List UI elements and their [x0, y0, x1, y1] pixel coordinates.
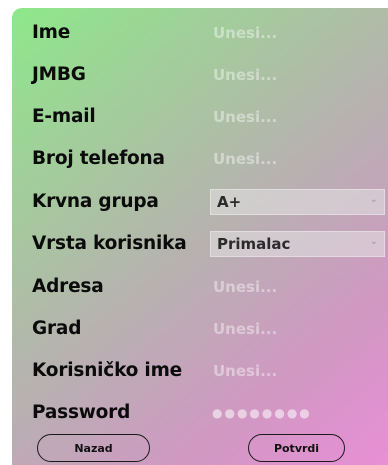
user-type-select[interactable]: Primalac ⌄	[210, 231, 385, 257]
address-input[interactable]	[210, 274, 385, 300]
password-input[interactable]: ●●●●●●●●	[212, 406, 312, 420]
phone-label: Broj telefona	[32, 148, 165, 169]
password-label: Password	[32, 402, 131, 423]
field-row-ime: Ime	[12, 20, 388, 50]
chevron-down-icon: ⌄	[369, 194, 378, 205]
blood-group-select[interactable]: A+ ⌄	[210, 189, 385, 215]
city-label: Grad	[32, 318, 82, 339]
blood-group-label: Krvna grupa	[32, 191, 159, 212]
field-row-username: Korisničko ime	[12, 358, 388, 388]
email-label: E-mail	[32, 106, 96, 127]
field-row-blood-group: Krvna grupa A+ ⌄	[12, 189, 388, 219]
confirm-button[interactable]: Potvrdi	[248, 434, 345, 462]
field-row-address: Adresa	[12, 274, 388, 304]
username-input[interactable]	[210, 358, 385, 384]
field-row-user-type: Vrsta korisnika Primalac ⌄	[12, 231, 388, 261]
field-row-password: Password ●●●●●●●●	[12, 400, 388, 430]
user-type-value: Primalac	[217, 235, 291, 253]
registration-form: Ime JMBG E-mail Broj telefona Krvna grup…	[12, 8, 388, 465]
email-input[interactable]	[210, 104, 385, 130]
field-row-email: E-mail	[12, 104, 388, 134]
user-type-label: Vrsta korisnika	[32, 233, 187, 254]
blood-group-value: A+	[217, 193, 242, 211]
chevron-down-icon: ⌄	[369, 236, 378, 247]
ime-label: Ime	[32, 22, 71, 43]
field-row-jmbg: JMBG	[12, 62, 388, 92]
address-label: Adresa	[32, 276, 104, 297]
phone-input[interactable]	[210, 146, 385, 172]
ime-input[interactable]	[210, 20, 385, 46]
username-label: Korisničko ime	[32, 360, 182, 381]
back-button[interactable]: Nazad	[37, 434, 150, 462]
field-row-city: Grad	[12, 316, 388, 346]
jmbg-input[interactable]	[210, 62, 385, 88]
jmbg-label: JMBG	[32, 64, 86, 85]
field-row-phone: Broj telefona	[12, 146, 388, 176]
city-input[interactable]	[210, 316, 385, 342]
